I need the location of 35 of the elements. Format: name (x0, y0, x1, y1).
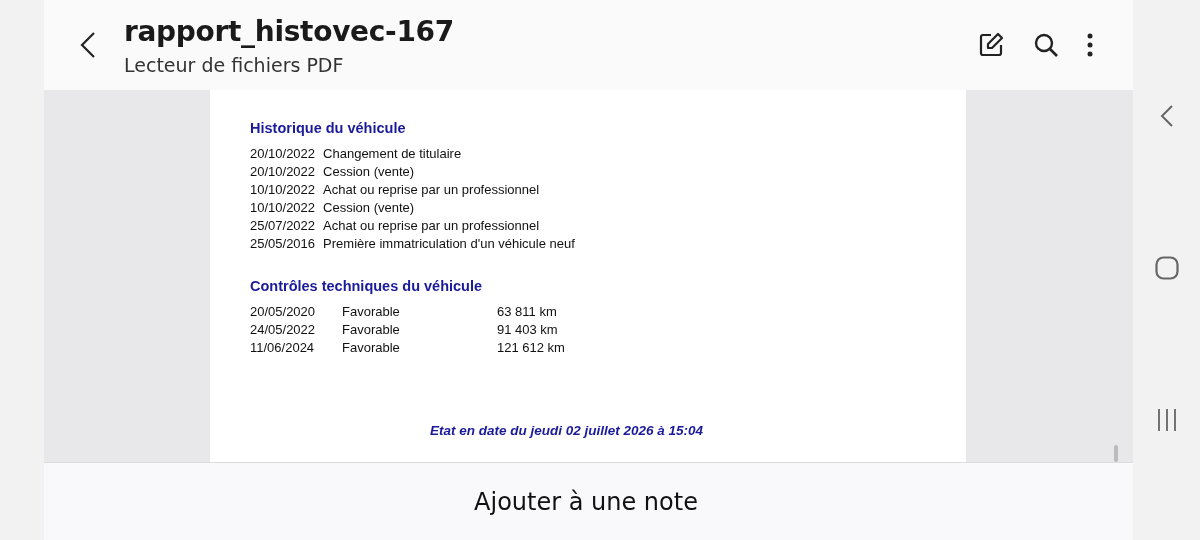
add-to-note-button[interactable]: Ajouter à une note (474, 487, 698, 516)
inspection-mileage: 91 403 km (497, 321, 559, 339)
history-event: Cession (vente) (323, 199, 415, 217)
home-nav-icon[interactable] (1154, 256, 1179, 280)
history-date: 25/05/2016 (250, 235, 316, 253)
inspection-result: Favorable (342, 321, 401, 339)
search-icon[interactable] (1033, 32, 1059, 58)
history-date: 20/10/2022 (250, 145, 316, 163)
history-date: 10/10/2022 (250, 199, 316, 217)
history-date: 25/07/2022 (250, 217, 316, 235)
report-date-footer: Etat en date du jeudi 02 juillet 2026 à 15:04 (430, 423, 966, 438)
history-event: Achat ou reprise par un professionnel (323, 217, 540, 235)
section-heading: Historique du véhicule (250, 120, 407, 136)
back-nav-icon[interactable] (1159, 104, 1174, 128)
inspection-result: Favorable (342, 339, 401, 357)
inspection-date: 20/05/2020 (250, 303, 317, 321)
inspection-mileage: 121 612 km (497, 339, 566, 357)
history-event: Première immatriculation d'un véhicule neuf (323, 235, 575, 253)
app-subtitle: Lecteur de fichiers PDF (124, 53, 345, 76)
inspection-date: 11/06/2024 (250, 339, 316, 357)
more-options-icon[interactable] (1087, 33, 1093, 57)
inspection-result: Favorable (342, 303, 401, 321)
recents-nav-icon[interactable] (1155, 408, 1178, 432)
history-event: Cession (vente) (323, 163, 415, 181)
history-date: 20/10/2022 (250, 163, 316, 181)
edit-icon[interactable] (977, 31, 1005, 59)
document-title: rapport_histovec-167 (124, 14, 455, 48)
inspection-mileage: 63 811 km (497, 303, 558, 321)
scroll-thumb[interactable] (1114, 445, 1118, 462)
back-icon[interactable] (80, 31, 96, 59)
history-event: Achat ou reprise par un professionnel (323, 181, 540, 199)
inspection-date: 24/05/2022 (250, 321, 317, 339)
history-date: 10/10/2022 (250, 181, 316, 199)
history-event: Changement de titulaire (323, 145, 462, 163)
section-heading: Contrôles techniques du véhicule (250, 278, 484, 294)
